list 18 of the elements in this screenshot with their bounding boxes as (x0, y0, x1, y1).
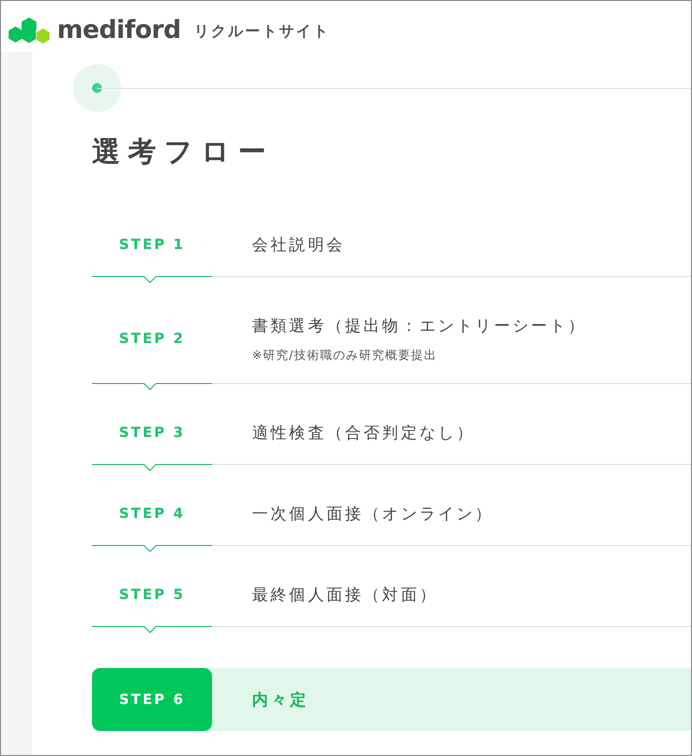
step-label: STEP 4 (118, 505, 186, 524)
step-label: STEP 2 (118, 330, 186, 349)
step-label-badge: STEP 6 (92, 668, 212, 731)
logo-icon (8, 17, 51, 44)
logo-text[interactable]: mediford (57, 14, 181, 44)
step-label: STEP 3 (118, 424, 186, 443)
dot-icon (73, 64, 121, 112)
step-title: 適性検査（合否判定なし） (252, 422, 476, 444)
step-title: 一次個人面接（オンライン） (252, 503, 494, 525)
step-title: 最終個人面接（対面） (252, 584, 438, 606)
step-label: STEP 5 (118, 586, 186, 605)
page-title: 選考フロー (92, 134, 275, 170)
step-title: 内々定 (252, 688, 309, 710)
step-note: ※研究/技術職のみ研究概要提出 (252, 347, 438, 364)
step-title: 会社説明会 (252, 234, 345, 256)
step-label: STEP 1 (118, 236, 186, 255)
site-name: リクルートサイト (194, 21, 330, 42)
step-title: 書類選考（提出物：エントリーシート） (252, 315, 587, 337)
